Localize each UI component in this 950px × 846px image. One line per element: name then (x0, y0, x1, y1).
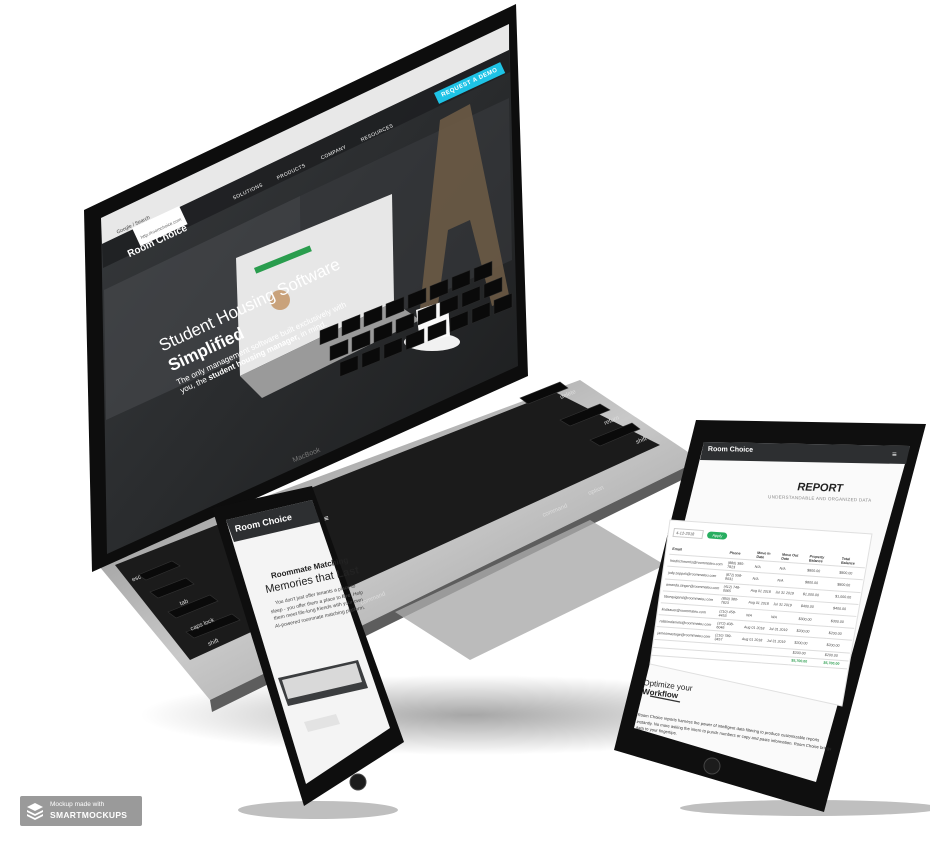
phone-mockup: Room Choice ≡ Roommate Matching Memories… (208, 482, 408, 822)
total-property: $5,700.00 (788, 656, 823, 667)
total-balance: $5,700.00 (820, 658, 849, 669)
badge-line1: Mockup made with (50, 801, 105, 808)
report-table-wrap: 4-12-2018 Apply Email Phone Move In Date… (651, 528, 869, 669)
phone-tagline-bold: Last (335, 564, 361, 581)
date-input[interactable]: 4-12-2018 (672, 528, 705, 540)
tablet-menu-icon[interactable]: ≡ (892, 450, 897, 459)
smartmockups-badge[interactable]: Mockup made with SMARTMOCKUPS (20, 796, 142, 826)
tablet-home-button (703, 757, 721, 775)
stacked-layers-icon (27, 803, 43, 820)
apply-button[interactable]: Apply (706, 531, 728, 540)
badge-line2: SMARTMOCKUPS (50, 810, 128, 820)
phone-home-button (349, 773, 367, 791)
report-table: Email Phone Move In Date Move Out Date P… (651, 542, 867, 669)
tablet-mockup: Room Choice ≡ REPORT UNDERSTANDABLE AND … (610, 416, 930, 816)
tablet-brand[interactable]: Room Choice (708, 446, 753, 454)
